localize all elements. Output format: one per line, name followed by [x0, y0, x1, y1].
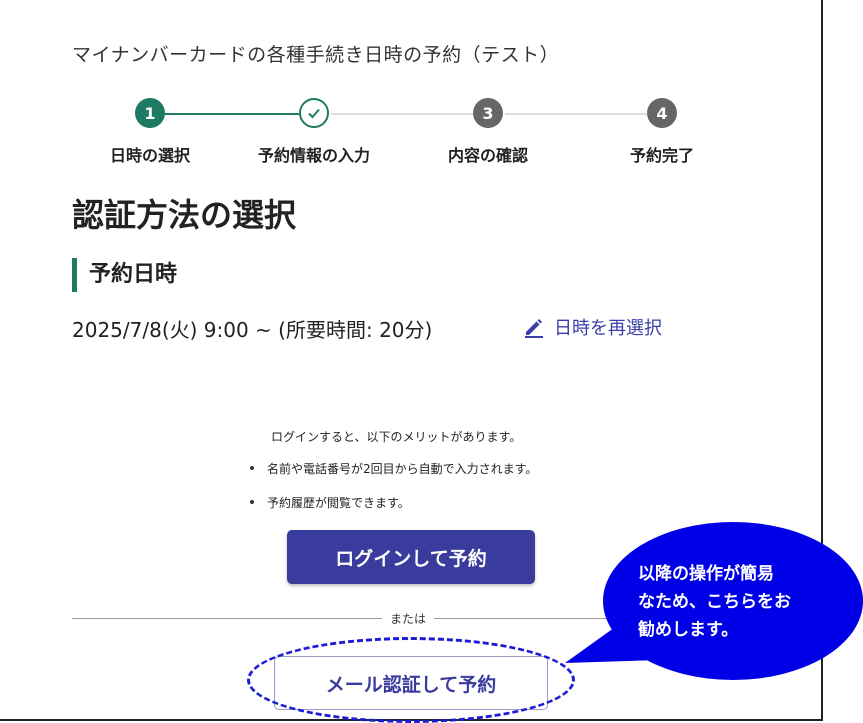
pencil-icon	[525, 319, 543, 338]
mail-auth-reserve-button[interactable]: メール認証して予約	[274, 656, 548, 710]
divider-label: または	[382, 610, 435, 627]
step-1-circle: 1	[135, 98, 165, 128]
step-3-number: 3	[482, 103, 494, 123]
step-2-label: 予約情報の入力	[257, 146, 371, 165]
step-3-circle: 3	[473, 98, 503, 128]
reservation-section-title: 予約日時	[72, 258, 177, 292]
progress-stepper: 1 3 4 日時の選択 予約情報の入力 内容の確認 予約完了	[0, 96, 823, 166]
step-2-circle	[299, 98, 329, 128]
list-item: 予約履歴が閲覧できます。	[245, 494, 537, 528]
reservation-datetime: 2025/7/8(火) 9:00 ~ (所要時間: 20分)	[72, 318, 433, 342]
step-4-circle: 4	[647, 98, 677, 128]
step-connector-1	[165, 113, 299, 115]
benefits-intro: ログインすると、以下のメリットがあります。	[271, 430, 522, 444]
callout-text: 以降の操作が簡易 なため、こちらをお 勧めします。	[638, 564, 791, 640]
login-reserve-button[interactable]: ログインして予約	[287, 530, 535, 584]
step-connector-3	[505, 113, 647, 115]
reselect-datetime-link[interactable]: 日時を再選択	[522, 314, 662, 340]
list-item: 名前や電話番号が2回目から自動で入力されます。	[245, 460, 537, 494]
page-title: 認証方法の選択	[72, 196, 297, 234]
reselect-label: 日時を再選択	[554, 318, 662, 339]
step-4-label: 予約完了	[629, 146, 695, 165]
check-icon	[308, 108, 320, 119]
step-4-number: 4	[656, 103, 668, 123]
step-3-label: 内容の確認	[447, 146, 529, 165]
app-title: マイナンバーカードの各種手続き日時の予約（テスト）	[72, 44, 560, 66]
benefits-list: 名前や電話番号が2回目から自動で入力されます。 予約履歴が閲覧できます。	[245, 460, 537, 528]
step-connector-2	[331, 113, 473, 115]
step-1-number: 1	[144, 103, 156, 123]
step-1-label: 日時の選択	[109, 146, 191, 165]
